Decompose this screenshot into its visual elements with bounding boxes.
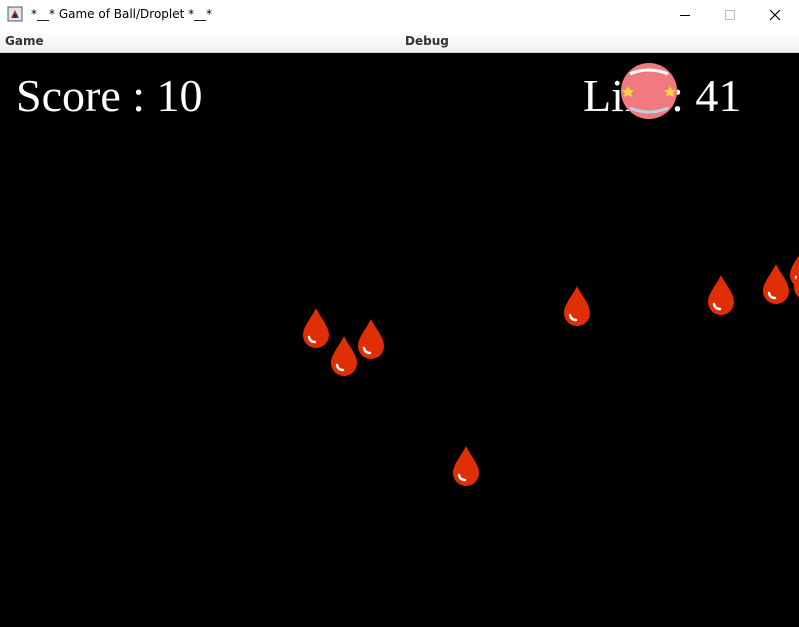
window-title: *__* Game of Ball/Droplet *__* [31,7,213,21]
menu-game[interactable]: Game [5,34,44,48]
score-display: Score : 10 [16,70,203,121]
close-button[interactable] [752,0,798,30]
droplet-icon [358,319,384,359]
minimize-button[interactable] [662,0,708,30]
menu-bar: Game Debug [0,30,799,53]
maximize-button[interactable] [707,0,753,30]
game-canvas[interactable]: Score : 10 Life : 41 [0,53,799,627]
app-icon [7,6,23,22]
minimize-icon [680,15,690,16]
title-bar: *__* Game of Ball/Droplet *__* [0,0,799,30]
droplet-icon [564,286,590,326]
maximize-icon [725,10,735,20]
menu-debug[interactable]: Debug [405,34,449,48]
droplet-icon [763,264,789,304]
droplet-icon [794,273,799,298]
droplet-icon [303,308,329,348]
ball-icon[interactable] [620,62,678,120]
droplet-icon [331,336,357,376]
close-icon [769,9,781,21]
droplet-icon [708,275,734,315]
droplet-icon [453,446,479,486]
